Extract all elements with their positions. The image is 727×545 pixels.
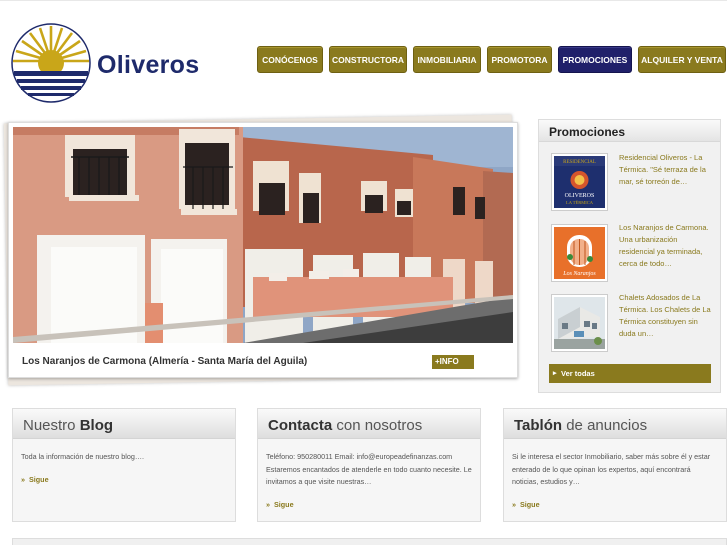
tablon-box-title[interactable]: Tablón de anuncios [504, 409, 726, 439]
brand-name[interactable]: Oliveros [97, 51, 199, 80]
tablon-box-text: Si le interesa el sector Inmobiliario, s… [512, 452, 711, 486]
tablon-box: Tablón de anuncios Si le interesa el sec… [503, 408, 727, 522]
tablon-more-link[interactable]: » Sigue [512, 500, 540, 509]
promo-text-residencial-oliveros[interactable]: Residencial Oliveros - La Térmica. "Sé t… [619, 152, 715, 188]
promo-thumb-chalets-adosados[interactable] [551, 294, 608, 352]
footer-strip [12, 538, 727, 545]
double-chevron-icon: » [512, 500, 520, 509]
promo-thumb-los-naranjos[interactable]: Los Naranjos [551, 224, 608, 282]
promociones-panel: Promociones RESIDENCIAL OLIVEROS LA TÉRM… [538, 119, 721, 393]
svg-text:OLIVEROS: OLIVEROS [565, 193, 595, 199]
promo-text-chalets-adosados[interactable]: Chalets Adosados de La Térmica. Los Chal… [619, 292, 715, 340]
contact-box-text: Teléfono: 950280011 Email: info@europead… [266, 452, 472, 486]
oliveros-sun-logo-icon[interactable] [11, 23, 91, 103]
nav-conocenos[interactable]: CONÓCENOS [257, 46, 323, 73]
promociones-title: Promociones [549, 125, 626, 139]
blog-more-link[interactable]: » Sigue [21, 475, 49, 484]
nav-inmobiliaria[interactable]: INMOBILIARIA [413, 46, 481, 73]
double-chevron-icon: » [21, 475, 29, 484]
nav-alquiler-y-venta[interactable]: ALQUILER Y VENTA [638, 46, 726, 73]
svg-text:Los Naranjos: Los Naranjos [562, 271, 596, 277]
contact-box: Contacta con nosotros Teléfono: 95028001… [257, 408, 481, 522]
nav-promotora[interactable]: PROMOTORA [487, 46, 552, 73]
nav-constructora[interactable]: CONSTRUCTORA [329, 46, 407, 73]
contact-more-link[interactable]: » Sigue [266, 500, 294, 509]
slider-caption: Los Naranjos de Carmona (Almería - Santa… [22, 356, 308, 367]
svg-text:LA TÉRMICA: LA TÉRMICA [566, 200, 594, 205]
slider-photo-houses[interactable] [13, 127, 513, 343]
blog-box-title[interactable]: Nuestro Blog [13, 409, 235, 439]
double-chevron-icon: » [266, 500, 274, 509]
slider-info-button[interactable]: +INFO [432, 355, 474, 369]
promo-thumb-residencial-oliveros[interactable]: RESIDENCIAL OLIVEROS LA TÉRMICA [551, 153, 608, 211]
ver-todas-button[interactable]: Ver todas [549, 364, 711, 383]
svg-text:RESIDENCIAL: RESIDENCIAL [563, 160, 596, 165]
blog-box-text: Toda la información de nuestro blog…. [21, 452, 145, 461]
blog-box: Nuestro Blog Toda la información de nues… [12, 408, 236, 522]
nav-promociones[interactable]: PROMOCIONES [558, 46, 632, 73]
page: Oliveros CONÓCENOS CONSTRUCTORA INMOBILI… [0, 0, 727, 545]
contact-box-title[interactable]: Contacta con nosotros [258, 409, 480, 439]
promo-text-los-naranjos[interactable]: Los Naranjos de Carmona. Una urbanizació… [619, 222, 715, 270]
slider-frame [8, 122, 518, 378]
